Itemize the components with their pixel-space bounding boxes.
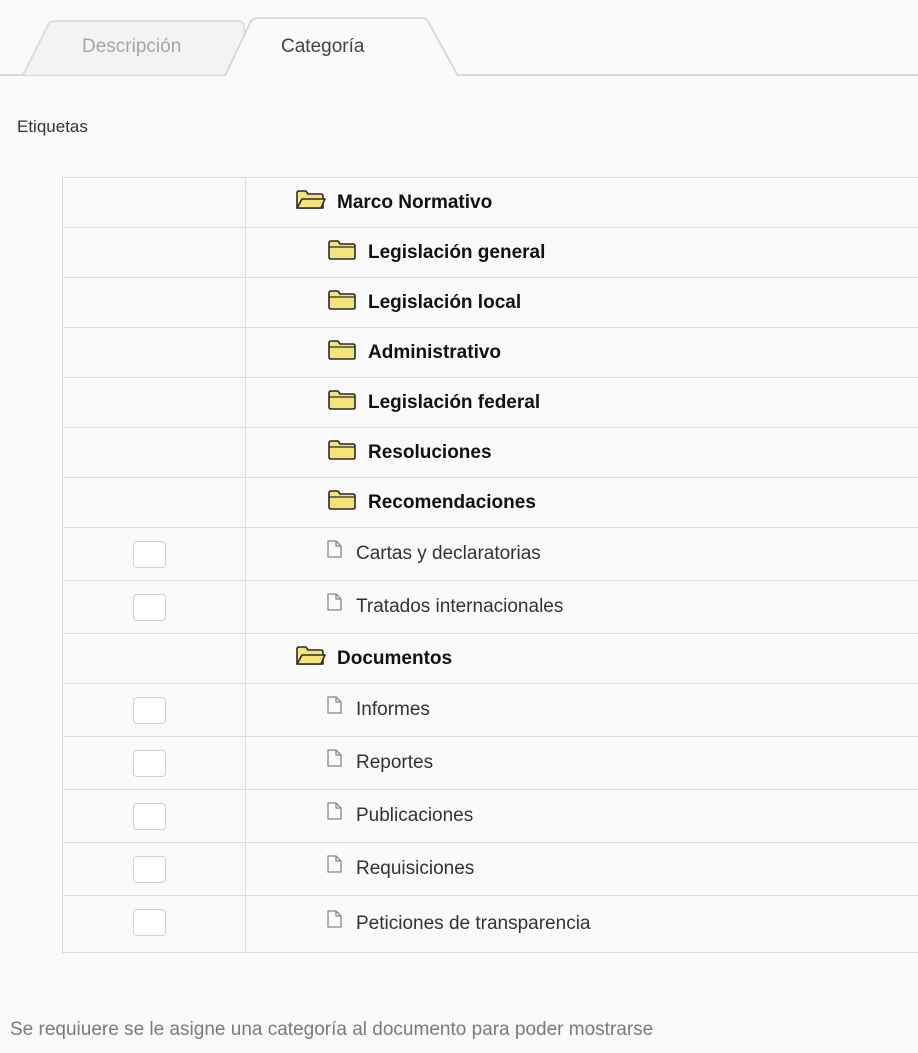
category-checkbox[interactable]: [133, 594, 166, 621]
footer-note: Se requiuere se le asigne una categoría …: [10, 1019, 654, 1040]
category-checkbox[interactable]: [133, 909, 166, 936]
folder-label: Administrativo: [368, 341, 502, 363]
tree-leaf-row: Informes: [63, 684, 918, 737]
tree-folder-row: Documentos: [63, 634, 918, 684]
checkbox-cell: [63, 378, 246, 427]
tree-label-cell: Reportes: [246, 737, 918, 789]
section-label-etiquetas: Etiquetas: [17, 117, 88, 136]
file-icon: [327, 854, 342, 878]
category-tree: Marco Normativo Legislación general Legisl…: [62, 177, 918, 953]
checkbox-cell: [63, 896, 246, 952]
checkbox-cell: [63, 528, 246, 580]
folder-icon: [327, 490, 357, 515]
category-label: Tratados internacionales: [356, 596, 564, 617]
category-label: Publicaciones: [356, 805, 474, 826]
category-checkbox[interactable]: [133, 697, 166, 724]
tree-label-cell: Informes: [246, 684, 918, 736]
tree-label-cell: Tratados internacionales: [246, 581, 918, 633]
file-icon: [327, 909, 342, 933]
tree-leaf-row: Publicaciones: [63, 790, 918, 843]
category-label: Informes: [356, 699, 430, 720]
checkbox-cell: [63, 843, 246, 895]
checkbox-cell: [63, 737, 246, 789]
tree-leaf-row: Peticiones de transparencia: [63, 896, 918, 953]
tab-descripcion[interactable]: Descripción: [82, 36, 181, 58]
category-label: Cartas y declaratorias: [356, 543, 541, 564]
checkbox-cell: [63, 634, 246, 683]
file-icon: [327, 748, 342, 772]
folder-label: Legislación general: [368, 241, 546, 263]
checkbox-cell: [63, 581, 246, 633]
folder-open-icon: [295, 190, 326, 215]
category-label: Peticiones de transparencia: [356, 913, 591, 934]
folder-open-icon: [295, 646, 326, 671]
tree-folder-row: Resoluciones: [63, 428, 918, 478]
category-label: Reportes: [356, 752, 434, 773]
folder-icon: [327, 240, 357, 265]
tree-label-cell[interactable]: Documentos: [246, 634, 918, 683]
tree-label-cell[interactable]: Recomendaciones: [246, 478, 918, 527]
checkbox-cell: [63, 278, 246, 327]
tab-categoria[interactable]: Categoría: [281, 36, 364, 58]
tree-folder-row: Legislación local: [63, 278, 918, 328]
tree-label-cell: Requisiciones: [246, 843, 918, 895]
checkbox-cell: [63, 178, 246, 227]
checkbox-cell: [63, 428, 246, 477]
folder-icon: [327, 390, 357, 415]
tree-leaf-row: Tratados internacionales: [63, 581, 918, 634]
folder-label: Documentos: [337, 647, 453, 669]
category-checkbox[interactable]: [133, 541, 166, 568]
tree-label-cell[interactable]: Marco Normativo: [246, 178, 918, 227]
tree-folder-row: Administrativo: [63, 328, 918, 378]
checkbox-cell: [63, 228, 246, 277]
tree-folder-row: Legislación general: [63, 228, 918, 278]
checkbox-cell: [63, 790, 246, 842]
tree-leaf-row: Cartas y declaratorias: [63, 528, 918, 581]
file-icon: [327, 539, 342, 563]
folder-icon: [327, 290, 357, 315]
tree-label-cell[interactable]: Legislación federal: [246, 378, 918, 427]
tree-label-cell[interactable]: Resoluciones: [246, 428, 918, 477]
tree-folder-row: Legislación federal: [63, 378, 918, 428]
file-icon: [327, 592, 342, 616]
category-checkbox[interactable]: [133, 750, 166, 777]
folder-icon: [327, 440, 357, 465]
folder-label: Resoluciones: [368, 441, 492, 463]
tree-label-cell: Cartas y declaratorias: [246, 528, 918, 580]
tree-leaf-row: Reportes: [63, 737, 918, 790]
folder-icon: [327, 340, 357, 365]
category-checkbox[interactable]: [133, 856, 166, 883]
folder-label: Recomendaciones: [368, 491, 536, 513]
checkbox-cell: [63, 328, 246, 377]
tree-folder-row: Recomendaciones: [63, 478, 918, 528]
tree-label-cell[interactable]: Legislación general: [246, 228, 918, 277]
folder-label: Legislación federal: [368, 391, 541, 413]
tree-label-cell: Publicaciones: [246, 790, 918, 842]
checkbox-cell: [63, 684, 246, 736]
file-icon: [327, 695, 342, 719]
tree-label-cell[interactable]: Legislación local: [246, 278, 918, 327]
category-label: Requisiciones: [356, 858, 475, 879]
folder-label: Legislación local: [368, 291, 522, 313]
tree-folder-row: Marco Normativo: [63, 178, 918, 228]
category-checkbox[interactable]: [133, 803, 166, 830]
tree-label-cell: Peticiones de transparencia: [246, 896, 918, 952]
folder-label: Marco Normativo: [337, 191, 493, 213]
tab-bar: Descripción Categoría: [0, 0, 918, 76]
file-icon: [327, 801, 342, 825]
checkbox-cell: [63, 478, 246, 527]
tree-leaf-row: Requisiciones: [63, 843, 918, 896]
tree-label-cell[interactable]: Administrativo: [246, 328, 918, 377]
